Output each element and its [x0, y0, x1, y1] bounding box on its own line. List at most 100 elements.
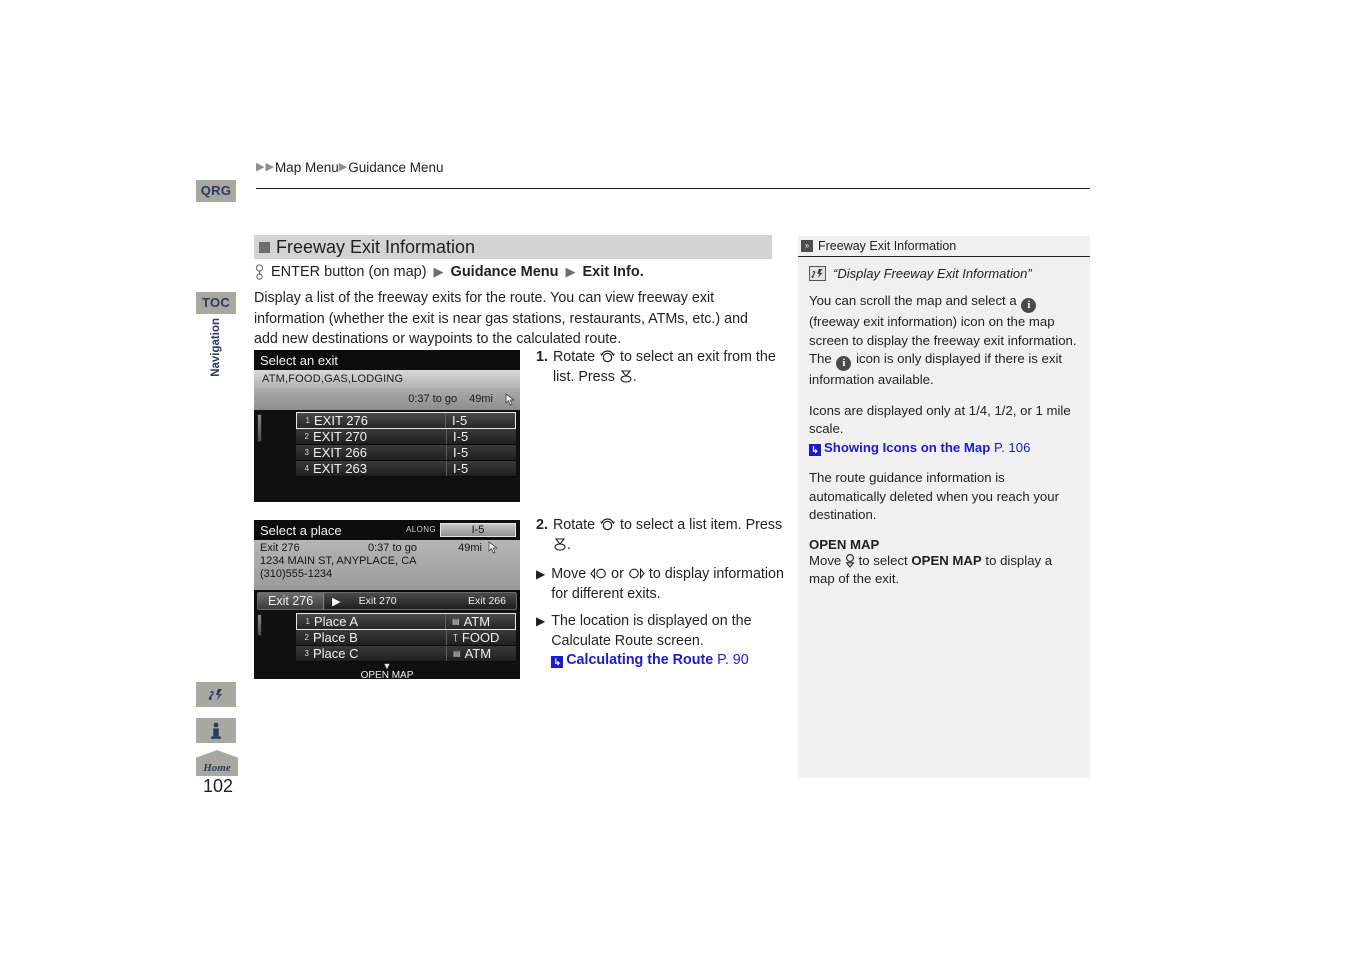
xref-page: P. 106: [993, 439, 1031, 455]
para4-bold: OPEN MAP: [911, 552, 982, 568]
row-category: ▤ ATM: [445, 614, 515, 629]
nav1-list-item[interactable]: 4 EXIT 263 I-5: [296, 461, 516, 477]
xref-arrow-icon: ↳: [809, 443, 821, 456]
row-road: I-5: [446, 445, 516, 460]
double-chevron-icon: »: [801, 240, 813, 252]
voice-command-quote: “Display Freeway Exit Information”: [809, 266, 1080, 281]
nav2-list-item[interactable]: 1 Place A ▤ ATM: [296, 613, 516, 630]
side-panel-subheading-open-map: OPEN MAP: [809, 536, 880, 552]
step-2-bullet-1: ▶ Move or to display information for dif…: [536, 565, 798, 604]
chevron-right-icon: ▶: [433, 264, 444, 279]
nav2-tab-after[interactable]: Exit 266: [450, 595, 516, 607]
cursor-icon: [505, 392, 516, 405]
nav2-tab-next[interactable]: Exit 270: [349, 595, 450, 607]
row-road: I-5: [446, 429, 516, 444]
para1-a: You can scroll the map and select a: [809, 293, 1017, 308]
page-title-text: Freeway Exit Information: [276, 236, 476, 257]
row-category: ▤ ATM: [446, 646, 516, 661]
chevron-right-icon: ▶: [565, 264, 576, 279]
nav2-tab-selected[interactable]: Exit 276: [258, 593, 325, 609]
square-bullet-icon: [259, 241, 270, 253]
breadcrumb-item-guidance-menu[interactable]: Guidance Menu: [348, 160, 443, 175]
left-sidebar-rail: QRG TOC Navigation Home 102: [196, 0, 242, 954]
step-2-text: Rotate to select a list item. Press .: [553, 516, 798, 555]
enter-knob-icon: [255, 264, 264, 280]
bullet-2-text: The location is displayed on the Calcula…: [551, 613, 752, 649]
nav2-title: Select a place: [260, 522, 342, 538]
nav2-phone: (310)555-1234: [260, 568, 333, 580]
para4-b: to select: [858, 552, 908, 568]
step-2-number: 2.: [536, 517, 548, 533]
nav2-open-map-button[interactable]: ▼ OPEN MAP: [254, 661, 520, 679]
row-index: 4: [304, 464, 309, 473]
nav2-info-block: Exit 276 0:37 to go 49mi 1234 MAIN ST, A…: [254, 540, 520, 590]
nav1-distance: 49mi: [469, 393, 493, 405]
row-category-label: ATM: [464, 646, 492, 661]
rotate-knob-icon: [600, 350, 615, 363]
chevron-down-icon: ▼: [382, 661, 392, 671]
side-panel-header-text: Freeway Exit Information: [818, 239, 957, 253]
row-label: EXIT 270: [313, 429, 367, 444]
para2-text: Icons are displayed only at 1/4, 1/2, or…: [809, 402, 1071, 437]
dpad-down-icon: [845, 553, 855, 568]
side-panel-header: » Freeway Exit Information: [798, 236, 1090, 257]
row-road: I-5: [446, 461, 516, 476]
row-index: 3: [304, 448, 309, 457]
row-road: I-5: [445, 413, 515, 428]
breadcrumb-item-map-menu[interactable]: Map Menu: [275, 160, 339, 175]
nav2-list-item[interactable]: 3 Place C ▤ ATM: [296, 646, 516, 662]
page-number: 102: [202, 776, 234, 796]
step-2: 2. Rotate to select a list item. Press .…: [536, 516, 798, 679]
nav2-exit-tabs: Exit 276 ▶ Exit 270 Exit 266: [257, 592, 517, 610]
sidebar-tab-toc[interactable]: TOC: [196, 292, 236, 314]
row-label: Place C: [313, 646, 359, 661]
press-knob-icon: [620, 369, 632, 383]
nav1-list-item[interactable]: 2 EXIT 270 I-5: [296, 429, 516, 445]
step-2-text-c: .: [566, 536, 571, 553]
step-2-text-b: to select a list item. Press: [620, 517, 783, 533]
bullet-1-pre: Move: [551, 566, 587, 582]
cursor-icon: [488, 541, 499, 554]
nav-screenshot-select-an-exit: Select an exit ATM,FOOD,GAS,LODGING 0:37…: [254, 350, 520, 502]
nav2-scrollbar[interactable]: [257, 614, 262, 636]
menu-path-enter: ENTER button (on map): [271, 264, 427, 280]
xref-page: P. 90: [717, 652, 749, 668]
step-1: 1. Rotate to select an exit from the lis…: [536, 348, 791, 387]
row-label: Place B: [313, 630, 358, 645]
step-1-text-a: Rotate: [552, 349, 596, 365]
dpad-right-icon: [629, 567, 645, 580]
xref-label: Showing Icons on the Map: [824, 439, 991, 455]
rotate-knob-icon: [600, 518, 615, 531]
menu-path-guidance-menu: Guidance Menu: [450, 264, 559, 280]
atm-icon: ▤: [452, 617, 460, 626]
nav1-rows: 1 EXIT 276 I-5 2 EXIT 270 I-5 3 EXIT 266…: [296, 412, 516, 477]
chevron-right-icon: ▶: [338, 161, 348, 173]
nav2-along-label: ALONG: [405, 525, 436, 534]
nav2-list-item[interactable]: 2 Place B Ʈ FOOD: [296, 630, 516, 646]
para4-a: Move: [809, 552, 842, 568]
row-category-label: FOOD: [461, 630, 500, 645]
cross-reference-showing-icons-on-the-map[interactable]: ↳ Showing Icons on the Map P. 106: [809, 439, 1031, 456]
row-label: EXIT 276: [314, 413, 368, 428]
sidebar-home-button[interactable]: Home: [196, 750, 238, 776]
voice-command-icon[interactable]: [196, 682, 236, 707]
voice-command-glyph: [208, 689, 222, 700]
sidebar-tab-qrg[interactable]: QRG: [196, 180, 236, 202]
row-category: Ʈ FOOD: [446, 630, 516, 645]
row-category-label: ATM: [463, 614, 491, 629]
info-icon[interactable]: [196, 718, 236, 743]
cross-reference-calculating-the-route[interactable]: ↳ Calculating the Route P. 90: [551, 652, 749, 668]
info-glyph: [211, 722, 221, 739]
nav2-titlebar: Select a place ALONG I-5: [254, 520, 520, 540]
breadcrumb: ▶ ▶ Map Menu ▶ Guidance Menu: [256, 160, 444, 175]
row-index: 3: [304, 649, 309, 658]
row-index: 1: [305, 416, 310, 425]
nav1-list-item[interactable]: 1 EXIT 276 I-5: [296, 412, 516, 429]
nav1-list-item[interactable]: 3 EXIT 266 I-5: [296, 445, 516, 461]
nav1-scrollbar[interactable]: [257, 414, 262, 442]
xref-label: Calculating the Route: [566, 652, 714, 668]
dpad-left-icon: [590, 567, 607, 580]
nav2-info-row: Exit 276 0:37 to go 49mi: [260, 541, 516, 554]
menu-path-exit-info: Exit Info.: [582, 264, 644, 280]
nav1-status-row: 0:37 to go 49mi: [254, 388, 520, 410]
